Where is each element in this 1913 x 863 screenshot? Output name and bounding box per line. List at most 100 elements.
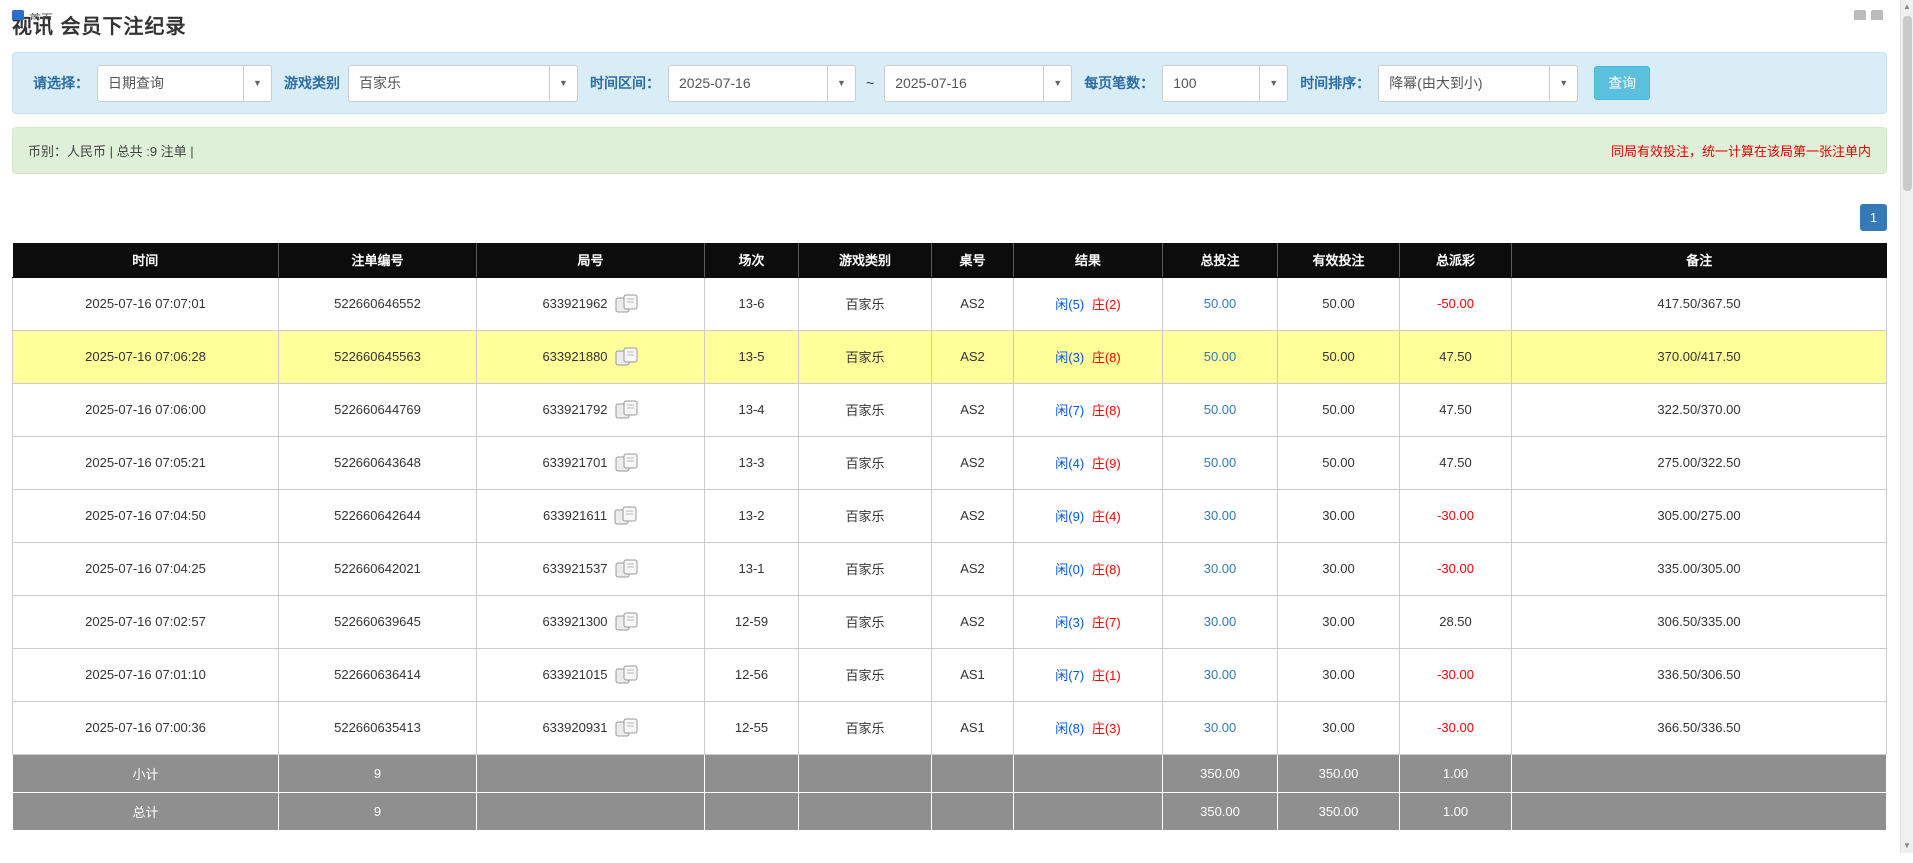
settings-icon[interactable] [1871,10,1883,20]
total-bet-link[interactable]: 50.00 [1204,296,1237,311]
cell-round: 633921611 [477,489,705,542]
cell-payout: -30.00 [1400,489,1512,542]
total-bet-link[interactable]: 50.00 [1204,455,1237,470]
subtotal-label: 小计 [13,754,279,792]
view-cards-icon[interactable] [615,294,639,313]
view-cards-icon[interactable] [615,559,639,578]
result-banker: 庄(3) [1092,721,1121,736]
home-icon[interactable] [12,10,24,20]
total-label: 总计 [13,792,279,830]
scroll-down-icon[interactable]: ▼ [1901,839,1913,853]
total-row: 总计 9 350.00 350.00 1.00 [13,792,1887,830]
result-banker: 庄(8) [1092,350,1121,365]
cell-round: 633920931 [477,701,705,754]
total-bet-link[interactable]: 30.00 [1204,508,1237,523]
cell-game-type: 百家乐 [799,277,932,330]
cell-payout: -30.00 [1400,542,1512,595]
bet-records-table: 时间 注单编号 局号 场次 游戏类别 桌号 结果 总投注 有效投注 总派彩 备注… [12,243,1887,831]
cell-round: 633921792 [477,383,705,436]
cell-payout: -50.00 [1400,277,1512,330]
total-bet-link[interactable]: 30.00 [1204,667,1237,682]
cell-result: 闲(5) 庄(2) [1014,277,1163,330]
cell-total-bet: 50.00 [1163,383,1278,436]
cell-bet-id: 522660639645 [279,595,477,648]
result-player: 闲(9) [1055,509,1084,524]
cell-total-bet: 30.00 [1163,648,1278,701]
cell-time: 2025-07-16 07:01:10 [13,648,279,701]
vertical-scrollbar[interactable]: ▲ ▼ [1900,0,1913,853]
chevron-down-icon: ▼ [549,66,577,101]
total-bet-link[interactable]: 30.00 [1204,561,1237,576]
select-mode-value: 日期查询 [98,73,243,93]
cell-table: AS2 [932,542,1014,595]
total-bet-link[interactable]: 30.00 [1204,614,1237,629]
page-1-button[interactable]: 1 [1860,204,1887,231]
date-to-value: 2025-07-16 [885,75,1043,91]
chevron-down-icon: ▼ [1259,66,1287,101]
total-total-bet: 350.00 [1163,792,1278,830]
header-table: 桌号 [932,243,1014,277]
total-bet-link[interactable]: 50.00 [1204,402,1237,417]
total-bet-link[interactable]: 30.00 [1204,720,1237,735]
cell-valid-bet: 30.00 [1278,701,1400,754]
date-to-dropdown[interactable]: 2025-07-16 ▼ [884,65,1072,102]
table-row: 2025-07-16 07:04:50 522660642644 6339216… [13,489,1887,542]
game-type-label: 游戏类别 [284,73,340,93]
view-cards-icon[interactable] [615,400,639,419]
view-cards-icon[interactable] [615,665,639,684]
sort-value: 降幂(由大到小) [1379,73,1549,93]
tilde-separator: ~ [866,75,874,91]
view-cards-icon[interactable] [615,453,639,472]
total-bet-link[interactable]: 50.00 [1204,349,1237,364]
cell-valid-bet: 50.00 [1278,277,1400,330]
subtotal-valid-bet: 350.00 [1278,754,1400,792]
home-link[interactable]: 首页 [29,10,53,20]
cell-round: 633921537 [477,542,705,595]
cell-total-bet: 50.00 [1163,436,1278,489]
view-cards-icon[interactable] [615,612,639,631]
cell-valid-bet: 50.00 [1278,436,1400,489]
cell-session: 13-1 [705,542,799,595]
scrollbar-thumb[interactable] [1903,16,1912,191]
sort-dropdown[interactable]: 降幂(由大到小) ▼ [1378,65,1578,102]
table-row: 2025-07-16 07:00:36 522660635413 6339209… [13,701,1887,754]
round-number: 633921880 [542,349,607,364]
game-type-dropdown[interactable]: 百家乐 ▼ [348,65,578,102]
cell-payout: -30.00 [1400,648,1512,701]
result-player: 闲(3) [1055,615,1084,630]
cell-result: 闲(3) 庄(7) [1014,595,1163,648]
cell-table: AS2 [932,330,1014,383]
round-number: 633921015 [542,667,607,682]
page-size-dropdown[interactable]: 100 ▼ [1162,65,1288,102]
result-player: 闲(7) [1055,403,1084,418]
summary-bar: 币别：人民币 | 总共 :9 注单 | 同局有效投注，统一计算在该局第一张注单内 [12,127,1887,174]
table-row: 2025-07-16 07:07:01 522660646552 6339219… [13,277,1887,330]
cell-payout: -30.00 [1400,701,1512,754]
table-row: 2025-07-16 07:02:57 522660639645 6339213… [13,595,1887,648]
cell-game-type: 百家乐 [799,330,932,383]
scroll-up-icon[interactable]: ▲ [1901,0,1913,14]
date-from-dropdown[interactable]: 2025-07-16 ▼ [668,65,856,102]
cell-note: 275.00/322.50 [1512,436,1887,489]
cell-table: AS2 [932,277,1014,330]
cell-note: 335.00/305.00 [1512,542,1887,595]
round-number: 633921611 [543,508,607,523]
search-button[interactable]: 查询 [1594,66,1650,100]
view-cards-icon[interactable] [614,506,638,525]
grid-icon[interactable] [1854,10,1866,20]
table-row: 2025-07-16 07:05:21 522660643648 6339217… [13,436,1887,489]
cell-bet-id: 522660642644 [279,489,477,542]
view-cards-icon[interactable] [615,347,639,366]
cell-game-type: 百家乐 [799,701,932,754]
header-time: 时间 [13,243,279,277]
select-mode-dropdown[interactable]: 日期查询 ▼ [97,65,272,102]
view-cards-icon[interactable] [615,718,639,737]
cell-result: 闲(7) 庄(1) [1014,648,1163,701]
cell-session: 12-59 [705,595,799,648]
cell-note: 322.50/370.00 [1512,383,1887,436]
cell-total-bet: 30.00 [1163,595,1278,648]
cell-total-bet: 30.00 [1163,701,1278,754]
cell-round: 633921962 [477,277,705,330]
pagination: 1 [12,204,1887,231]
cell-note: 305.00/275.00 [1512,489,1887,542]
